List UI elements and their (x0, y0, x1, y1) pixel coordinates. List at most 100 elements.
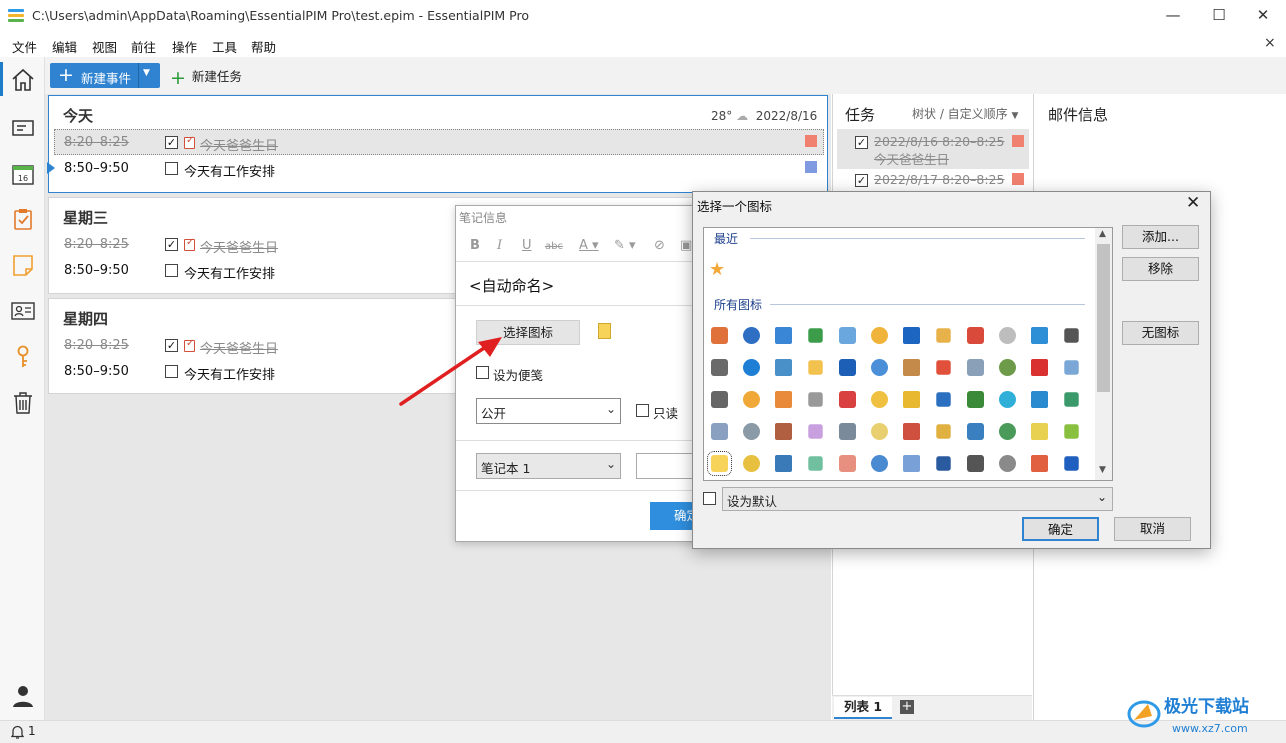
user-account-icon[interactable] (9, 682, 37, 710)
icon-option[interactable] (999, 423, 1016, 440)
icon-option[interactable] (1031, 455, 1048, 472)
icon-option[interactable] (743, 455, 760, 472)
entry-text[interactable]: 今天有工作安排 (184, 364, 275, 383)
notebook-select[interactable]: 笔记本 1 ⌄ (476, 453, 621, 479)
icon-option[interactable] (1064, 424, 1079, 439)
strikethrough-icon[interactable]: abc (545, 241, 563, 252)
notes-module-icon[interactable] (9, 251, 37, 279)
icon-ok-button[interactable]: 确定 (1022, 517, 1099, 541)
entry-text[interactable]: 今天爸爸生日 (200, 237, 278, 256)
icon-option[interactable] (903, 359, 920, 376)
entry-text[interactable]: 今天有工作安排 (184, 161, 275, 180)
icon-option[interactable] (903, 455, 920, 472)
scroll-up-icon[interactable]: ▲ (1099, 229, 1106, 239)
add-tab-icon[interactable]: + (900, 700, 914, 714)
tasks-sort-dropdown[interactable]: 树状 / 自定义顺序 ▼ (912, 105, 1018, 122)
bold-icon[interactable]: B (470, 238, 480, 253)
icon-option[interactable] (967, 327, 984, 344)
icon-option[interactable] (936, 328, 951, 343)
menu-tools[interactable]: 工具 (212, 37, 237, 56)
task-checkbox[interactable]: ✓ (855, 174, 868, 187)
icon-option[interactable] (839, 455, 856, 472)
new-event-button[interactable]: + 新建事件 ▼ (50, 63, 160, 88)
menu-view[interactable]: 视图 (92, 37, 117, 56)
highlight-icon[interactable]: ✎ ▾ (614, 238, 636, 253)
icon-option[interactable] (871, 391, 888, 408)
icon-option[interactable] (743, 327, 760, 344)
icon-option[interactable] (871, 455, 888, 472)
icon-option[interactable] (743, 391, 760, 408)
icon-option[interactable] (903, 423, 920, 440)
trash-icon[interactable] (9, 389, 37, 417)
icon-option[interactable] (711, 327, 728, 344)
image-icon[interactable]: ▣ (680, 238, 692, 253)
icon-option[interactable] (967, 391, 984, 408)
close-button[interactable]: ✕ (1240, 0, 1286, 32)
add-icon-button[interactable]: 添加... (1122, 225, 1199, 249)
entry-checkbox[interactable]: ✓ (165, 339, 178, 352)
icon-option[interactable] (711, 391, 728, 408)
readonly-checkbox[interactable] (636, 404, 649, 417)
icon-option[interactable] (1064, 360, 1079, 375)
icon-option[interactable] (808, 456, 823, 471)
menu-file[interactable]: 文件 (12, 37, 37, 56)
icon-option[interactable] (936, 360, 951, 375)
icon-option[interactable] (839, 391, 856, 408)
icon-option[interactable] (711, 359, 728, 376)
menu-go[interactable]: 前往 (131, 37, 156, 56)
contacts-module-icon[interactable] (9, 297, 37, 325)
icon-option[interactable] (903, 391, 920, 408)
note-name-field[interactable]: <自动命名> (469, 275, 554, 296)
icon-option[interactable] (1064, 392, 1079, 407)
icon-option[interactable] (871, 359, 888, 376)
underline-icon[interactable]: U (522, 238, 532, 253)
icon-option[interactable] (1064, 328, 1079, 343)
entry-checkbox[interactable]: ✓ (165, 136, 178, 149)
scroll-down-icon[interactable]: ▼ (1099, 465, 1106, 475)
dropdown-arrow-icon[interactable]: ▼ (143, 68, 150, 78)
icon-option[interactable] (936, 456, 951, 471)
icon-option[interactable] (999, 391, 1016, 408)
icon-option[interactable] (839, 359, 856, 376)
icon-option[interactable] (808, 360, 823, 375)
icon-option[interactable] (936, 424, 951, 439)
entry-text[interactable]: 今天爸爸生日 (200, 338, 278, 357)
icon-option[interactable] (775, 391, 792, 408)
icon-option[interactable] (808, 392, 823, 407)
menu-help[interactable]: 帮助 (251, 37, 276, 56)
icon-option[interactable] (775, 327, 792, 344)
icon-option[interactable] (839, 327, 856, 344)
link-icon[interactable]: ⊘ (654, 238, 665, 253)
icon-option[interactable] (967, 455, 984, 472)
entry-checkbox[interactable] (165, 162, 178, 175)
icon-option[interactable] (1031, 327, 1048, 344)
font-color-icon[interactable]: A ▾ (579, 238, 599, 253)
recent-star-icon[interactable]: ★ (709, 259, 725, 280)
icon-option[interactable] (743, 423, 760, 440)
icon-option[interactable] (775, 455, 792, 472)
password-module-icon[interactable] (9, 342, 37, 370)
icon-option[interactable] (871, 327, 888, 344)
set-default-select[interactable]: 设为默认 ⌄ (722, 487, 1113, 511)
menubar-close-icon[interactable]: × (1264, 35, 1276, 51)
scrollbar-thumb[interactable] (1097, 244, 1110, 392)
icon-option[interactable] (775, 359, 792, 376)
icon-option[interactable] (1031, 391, 1048, 408)
new-task-button[interactable]: + 新建任务 (170, 66, 242, 87)
task-checkbox[interactable]: ✓ (855, 136, 868, 149)
bell-icon[interactable] (10, 724, 25, 740)
icon-option[interactable] (999, 359, 1016, 376)
entry-checkbox[interactable] (165, 365, 178, 378)
menu-edit[interactable]: 编辑 (52, 37, 77, 56)
remove-icon-button[interactable]: 移除 (1122, 257, 1199, 281)
icon-option[interactable] (967, 359, 984, 376)
tab-list-1[interactable]: 列表 1 (834, 697, 892, 719)
tasks-module-icon[interactable] (9, 205, 37, 233)
icon-option[interactable] (808, 424, 823, 439)
icon-option[interactable] (999, 455, 1016, 472)
icon-option[interactable] (707, 451, 732, 476)
icon-option[interactable] (711, 423, 728, 440)
entry-checkbox[interactable] (165, 264, 178, 277)
icon-option[interactable] (839, 423, 856, 440)
icon-option[interactable] (1031, 359, 1048, 376)
